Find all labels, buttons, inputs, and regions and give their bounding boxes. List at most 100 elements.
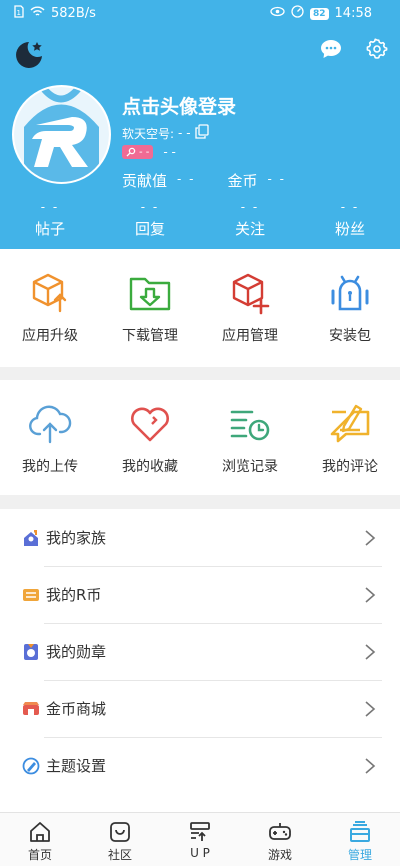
count-posts[interactable]: - - 帖子: [0, 200, 100, 239]
personal-label: 浏览记录: [222, 459, 278, 475]
menu-coin-shop[interactable]: 金币商城: [0, 680, 400, 737]
tool-label: 安装包: [329, 328, 371, 344]
personal-grid: 我的上传 我的收藏 浏览记录 我的评论: [0, 380, 400, 495]
nav-label: U P: [190, 846, 210, 860]
key-icon: [126, 147, 136, 157]
message-button[interactable]: [320, 39, 342, 63]
count-replies[interactable]: - - 回复: [100, 200, 200, 239]
copy-icon[interactable]: [194, 124, 209, 142]
bottom-navigation: 首页 社区 U P 游戏 管理: [0, 812, 400, 866]
menu-label: 我的家族: [46, 529, 107, 547]
tool-label: 下载管理: [122, 328, 178, 344]
count-label: 粉丝: [334, 220, 365, 238]
home-icon: [30, 822, 50, 842]
count-label: 关注: [234, 220, 265, 238]
settings-button[interactable]: [366, 38, 388, 64]
cloud-upload-icon: [29, 405, 72, 444]
download-folder-icon: [129, 277, 171, 311]
upgrade-box-icon: [32, 273, 67, 313]
tool-install-package[interactable]: 安装包: [300, 249, 400, 367]
profile-stats: 贡献值 - - 金币 - -: [122, 170, 318, 191]
count-value: - -: [340, 200, 360, 214]
contribution-value: - -: [177, 172, 196, 186]
comment-edit-icon: [330, 404, 370, 443]
menu-my-r-coin[interactable]: 我的R币: [0, 566, 400, 623]
tool-app-upgrade[interactable]: 应用升级: [0, 249, 100, 367]
level-badge: - - - -: [122, 145, 176, 159]
nav-label: 社区: [107, 848, 132, 862]
level-value: - -: [139, 146, 150, 158]
count-value: - -: [240, 200, 260, 214]
medal-icon: [24, 643, 38, 660]
my-comments[interactable]: 我的评论: [300, 380, 400, 495]
count-following[interactable]: - - 关注: [200, 200, 300, 239]
eye-icon: [270, 6, 285, 21]
menu-my-medals[interactable]: 我的勋章: [0, 623, 400, 680]
nav-games[interactable]: 游戏: [240, 813, 320, 866]
menu-label: 金币商城: [46, 700, 107, 718]
chevron-right-icon: [365, 586, 376, 603]
count-label: 帖子: [34, 220, 65, 238]
personal-label: 我的上传: [22, 459, 78, 475]
tool-app-manager[interactable]: 应用管理: [200, 249, 300, 367]
soft-id: 软天空号: - -: [122, 124, 209, 142]
chevron-right-icon: [365, 529, 376, 546]
count-value: - -: [40, 200, 60, 214]
nav-manage[interactable]: 管理: [320, 813, 400, 866]
shop-icon: [23, 701, 39, 715]
nav-label: 游戏: [267, 848, 292, 862]
menu-label: 主题设置: [46, 757, 107, 775]
up-icon: [190, 822, 210, 841]
browse-history[interactable]: 浏览记录: [200, 380, 300, 495]
activity-counts: - - 帖子 - - 回复 - - 关注 - - 粉丝: [0, 200, 400, 239]
gear-icon: [366, 38, 388, 59]
my-favorites[interactable]: 我的收藏: [100, 380, 200, 495]
theme-palette-icon: [22, 757, 40, 774]
clock: 14:58: [334, 6, 372, 21]
speed-gauge-icon: [291, 5, 304, 22]
heart-icon: [131, 407, 169, 442]
tool-label: 应用升级: [22, 328, 78, 344]
network-speed: 582B/s: [51, 6, 96, 21]
sim-icon: 1: [14, 5, 24, 22]
history-list-icon: [230, 410, 270, 441]
chevron-right-icon: [365, 700, 376, 717]
chevron-right-icon: [365, 757, 376, 774]
level-extra: - -: [163, 145, 176, 159]
menu-theme-settings[interactable]: 主题设置: [0, 737, 400, 794]
profile-header: 1 582B/s 82 14:58 点击头像登录 软天空号: - - - - -…: [0, 0, 400, 249]
count-value: - -: [140, 200, 160, 214]
wifi-icon: [30, 6, 45, 22]
personal-label: 我的评论: [322, 459, 378, 475]
coin-value: - -: [267, 172, 286, 186]
coin-label: 金币: [227, 172, 258, 190]
tool-label: 应用管理: [222, 328, 278, 344]
night-mode-button[interactable]: [12, 38, 46, 72]
r-coin-icon: [23, 588, 39, 601]
family-icon: [24, 529, 38, 546]
avatar[interactable]: [12, 85, 111, 184]
svg-text:1: 1: [17, 9, 21, 17]
count-fans[interactable]: - - 粉丝: [300, 200, 400, 239]
nav-up[interactable]: U P: [160, 813, 240, 866]
menu-label: 我的R币: [46, 586, 102, 604]
soft-id-value: - -: [178, 126, 191, 140]
app-manage-box-icon: [232, 273, 270, 315]
manage-icon: [350, 821, 370, 842]
menu-my-family[interactable]: 我的家族: [0, 509, 400, 566]
app-logo-icon: [14, 87, 109, 182]
personal-label: 我的收藏: [122, 459, 178, 475]
soft-id-label: 软天空号:: [122, 126, 175, 141]
battery-indicator: 82: [310, 7, 329, 20]
menu-label: 我的勋章: [46, 643, 107, 661]
my-uploads[interactable]: 我的上传: [0, 380, 100, 495]
contribution-label: 贡献值: [122, 172, 168, 190]
tool-download-manager[interactable]: 下载管理: [100, 249, 200, 367]
nav-community[interactable]: 社区: [80, 813, 160, 866]
tools-grid: 应用升级 下载管理 应用管理 安装包: [0, 249, 400, 367]
nav-home[interactable]: 首页: [0, 813, 80, 866]
status-bar: 1 582B/s 82 14:58: [0, 0, 400, 28]
level-pill: - -: [122, 145, 154, 159]
nav-label: 管理: [347, 848, 372, 862]
login-prompt[interactable]: 点击头像登录: [122, 92, 236, 119]
